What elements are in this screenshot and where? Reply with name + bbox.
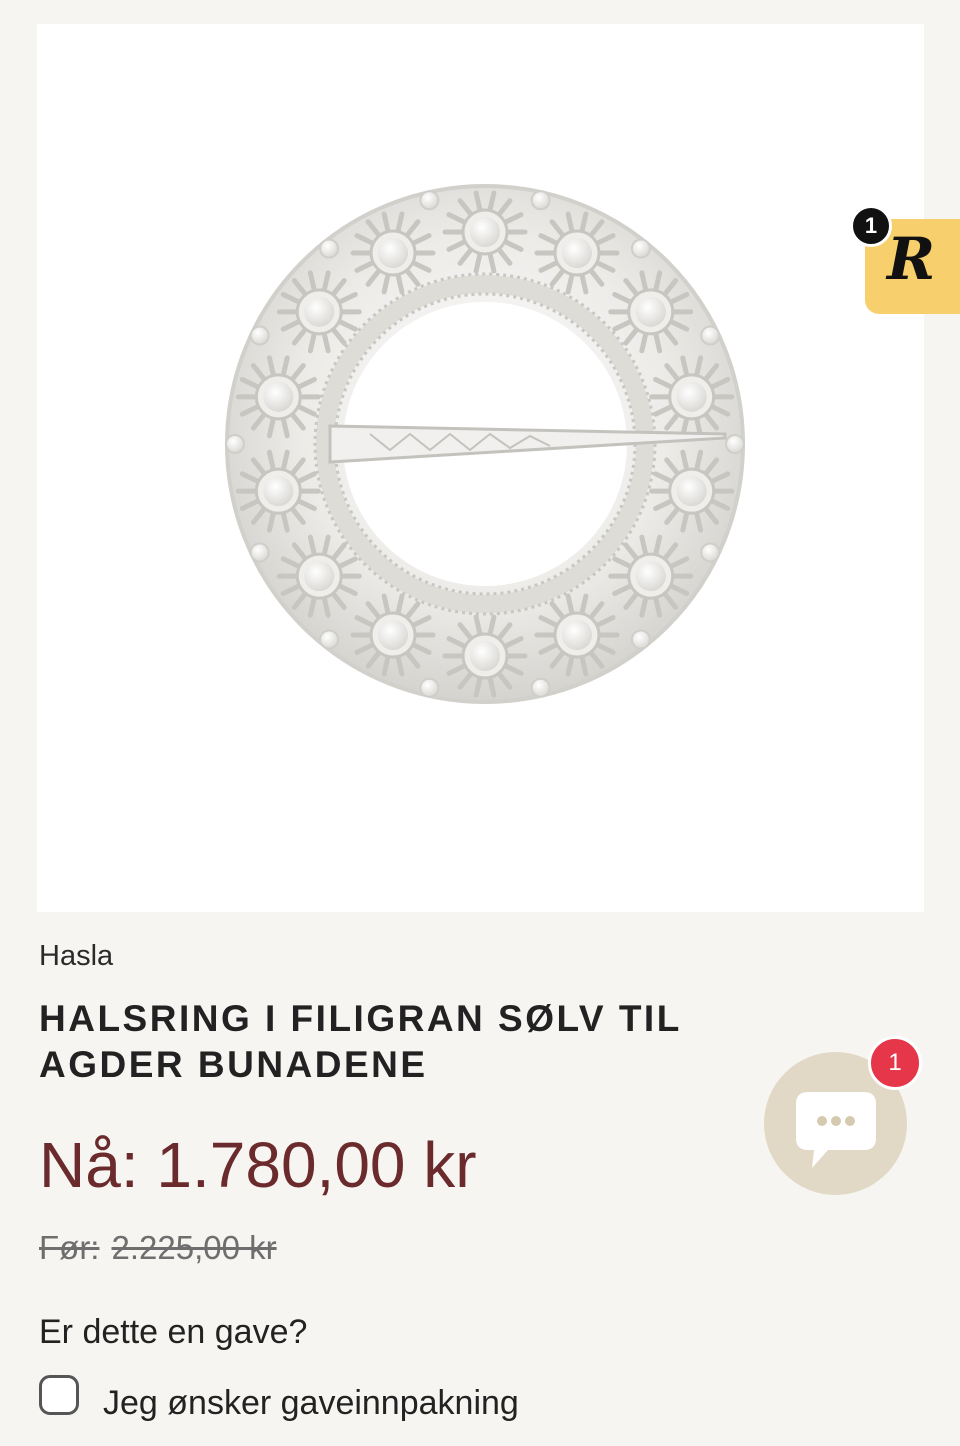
gift-wrap-option[interactable]: Jeg ønsker gaveinnpakning	[39, 1366, 519, 1423]
current-price: Nå: 1.780,00 kr	[39, 1129, 477, 1201]
gift-question: Er dette en gave?	[39, 1313, 308, 1351]
original-price: Før: 2.225,00 kr	[39, 1229, 277, 1267]
gift-wrap-label[interactable]: Jeg ønsker gaveinnpakning	[103, 1384, 519, 1423]
original-price-value: 2.225,00 kr	[111, 1229, 277, 1266]
product-image[interactable]	[37, 24, 924, 912]
chat-icon	[796, 1092, 876, 1168]
brand-name[interactable]: Hasla	[39, 940, 113, 973]
chat-notification-badge: 1	[868, 1036, 922, 1090]
rewards-count-badge: 1	[850, 205, 892, 247]
original-price-label: Før:	[39, 1229, 100, 1266]
rewards-icon: R	[887, 225, 936, 293]
product-title: HALSRING I FILIGRAN SØLV TIL AGDER BUNAD…	[39, 998, 682, 1085]
gift-wrap-checkbox[interactable]	[39, 1374, 79, 1415]
brooch-image	[225, 184, 745, 704]
